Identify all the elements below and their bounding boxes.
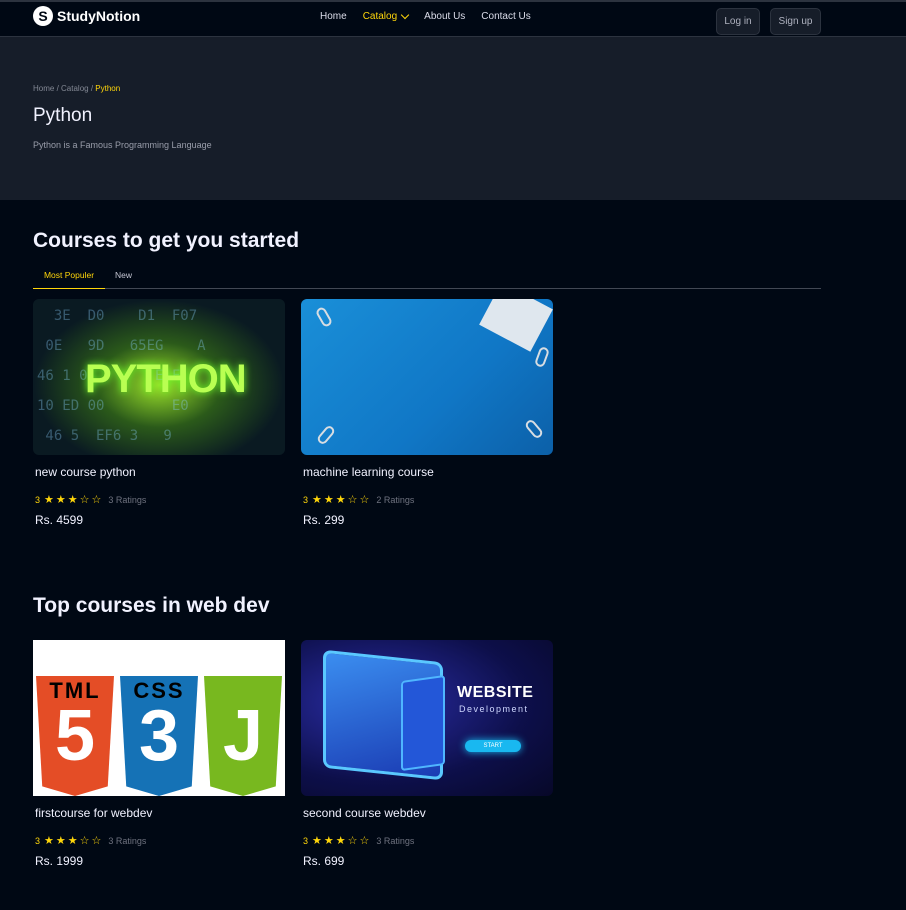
nav-link-catalog[interactable]: Catalog: [362, 10, 410, 22]
css-glyph: 3: [138, 696, 180, 776]
course-card[interactable]: TML 5 CSS 3 J firstcourse for webdev 3 ★ ★ ★…: [33, 640, 285, 868]
star-filled-icon: ★: [67, 835, 78, 847]
login-button[interactable]: Log in: [716, 8, 760, 35]
course-price: Rs. 1999: [35, 854, 84, 868]
html-glyph: 5: [54, 696, 96, 776]
star-filled-icon: ★: [44, 835, 54, 847]
breadcrumb-separator: /: [54, 84, 62, 93]
top-navbar: S StudyNotion Home Catalog About Us Cont…: [0, 0, 906, 37]
course-price: Rs. 4599: [35, 513, 84, 527]
star-filled-icon: ★: [312, 494, 322, 506]
html-label: TML: [49, 678, 101, 703]
star-filled-icon: ★: [55, 494, 66, 506]
paper-graphic: [479, 299, 553, 352]
star-empty-icon: ☆: [79, 494, 90, 506]
rating-value: 3: [35, 835, 41, 846]
star-filled-icon: ★: [312, 835, 322, 847]
course-thumbnail[interactable]: TML 5 CSS 3 J: [33, 640, 285, 796]
nav-link-contact[interactable]: Contact Us: [481, 11, 530, 22]
course-card[interactable]: 3E D0 D1 F07 0E 9D 65EG A 46 1 01 E F 10…: [33, 299, 285, 527]
course-thumbnail[interactable]: WEBSITE Development START: [301, 640, 553, 796]
catalog-hero: Home / Catalog / Python Python Python is…: [0, 37, 906, 200]
start-graphic: START: [465, 740, 521, 752]
course-thumbnail[interactable]: [301, 299, 553, 455]
paperclip-graphic: [523, 418, 545, 440]
tab-new[interactable]: New: [115, 270, 132, 280]
star-filled-icon: ★: [323, 494, 334, 506]
studynotion-logo[interactable]: S StudyNotion: [33, 6, 140, 26]
python-thumbnail-word: PYTHON: [85, 357, 247, 401]
course-rating: 3 ★ ★ ★ ☆ ☆ 3 Ratings: [33, 834, 285, 847]
breadcrumb-home[interactable]: Home: [33, 84, 54, 93]
css-label: CSS: [133, 678, 185, 703]
course-title[interactable]: firstcourse for webdev: [33, 806, 285, 820]
panel-graphic: [401, 674, 445, 772]
chevron-down-icon: [400, 10, 410, 20]
rating-value: 3: [35, 494, 41, 505]
html5-badge: TML 5: [36, 676, 114, 796]
logo-text: StudyNotion: [57, 8, 141, 24]
star-empty-icon: ☆: [347, 835, 358, 847]
star-filled-icon: ★: [335, 835, 346, 847]
js-glyph: J: [222, 696, 264, 776]
rating-count: 2 Ratings: [376, 494, 415, 505]
nav-link-catalog-label: Catalog: [362, 11, 398, 22]
section-title-started: Courses to get you started: [33, 229, 300, 252]
nav-link-about[interactable]: About Us: [424, 11, 465, 22]
rating-count: 3 Ratings: [376, 835, 415, 846]
breadcrumb-catalog[interactable]: Catalog: [61, 84, 89, 93]
paperclip-graphic: [314, 305, 334, 329]
star-filled-icon: ★: [335, 494, 346, 506]
course-rating: 3 ★ ★ ★ ☆ ☆ 2 Ratings: [301, 493, 553, 506]
nav-links: Home Catalog About Us Contact Us: [320, 10, 547, 22]
star-empty-icon: ☆: [347, 494, 358, 506]
course-thumbnail[interactable]: 3E D0 D1 F07 0E 9D 65EG A 46 1 01 E F 10…: [33, 299, 285, 455]
paperclip-graphic: [315, 424, 337, 446]
page-title: Python: [33, 105, 93, 126]
star-empty-icon: ☆: [91, 494, 102, 506]
course-card[interactable]: machine learning course 3 ★ ★ ★ ☆ ☆ 2 Rating…: [301, 299, 553, 527]
signup-button[interactable]: Sign up: [770, 8, 821, 35]
star-empty-icon: ☆: [91, 835, 102, 847]
nav-link-home[interactable]: Home: [320, 11, 347, 22]
course-rating: 3 ★ ★ ★ ☆ ☆ 3 Ratings: [33, 493, 285, 506]
star-filled-icon: ★: [67, 494, 78, 506]
website-thumbnail-word: WEBSITE: [457, 684, 534, 701]
course-price: Rs. 699: [303, 854, 345, 868]
rating-count: 3 Ratings: [108, 835, 147, 846]
logo-icon: S: [33, 6, 53, 26]
css3-badge: CSS 3: [120, 676, 198, 796]
star-filled-icon: ★: [323, 835, 334, 847]
course-card[interactable]: WEBSITE Development START second course …: [301, 640, 553, 868]
star-empty-icon: ☆: [359, 835, 370, 847]
paperclip-graphic: [533, 345, 551, 369]
course-title[interactable]: new course python: [33, 465, 285, 479]
star-empty-icon: ☆: [359, 494, 370, 506]
course-title[interactable]: machine learning course: [301, 465, 553, 479]
rating-count: 3 Ratings: [108, 494, 147, 505]
star-filled-icon: ★: [55, 835, 66, 847]
breadcrumb: Home / Catalog / Python: [33, 84, 120, 93]
rating-value: 3: [303, 835, 309, 846]
js-badge: J: [204, 676, 282, 796]
tab-most-popular[interactable]: Most Populer: [33, 270, 105, 289]
course-title[interactable]: second course webdev: [301, 806, 553, 820]
star-empty-icon: ☆: [79, 835, 90, 847]
section-title-webdev: Top courses in web dev: [33, 594, 270, 617]
star-filled-icon: ★: [44, 494, 54, 506]
course-price: Rs. 299: [303, 513, 345, 527]
rating-value: 3: [303, 494, 309, 505]
breadcrumb-current: Python: [95, 84, 121, 93]
website-thumbnail-sub: Development: [459, 704, 529, 714]
course-tabs: Most Populer New: [33, 266, 821, 289]
course-rating: 3 ★ ★ ★ ☆ ☆ 3 Ratings: [301, 834, 553, 847]
page-description: Python is a Famous Programming Language: [33, 140, 212, 150]
